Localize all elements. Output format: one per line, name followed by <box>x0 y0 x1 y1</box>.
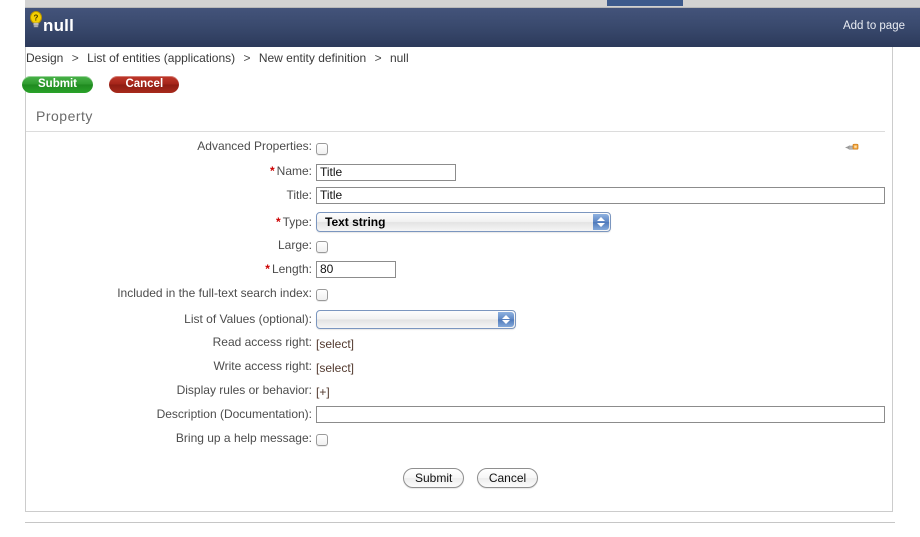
display-rules-expand-link[interactable]: [+] <box>316 385 330 399</box>
label-type: * Type: <box>0 215 312 229</box>
label-type-text: Type: <box>282 215 312 229</box>
checkbox-large[interactable] <box>316 241 328 253</box>
breadcrumb-item-new-entity-definition[interactable]: New entity definition <box>259 51 366 65</box>
browser-active-tab[interactable] <box>607 0 683 6</box>
form-row-help-message: Bring up a help message: <box>0 431 920 455</box>
read-access-right-select-link[interactable]: [select] <box>316 337 354 351</box>
add-to-page-link[interactable]: Add to page <box>843 20 905 32</box>
form-row-read-access-right: Read access right: [select] <box>0 335 920 359</box>
label-large: Large: <box>277 238 312 252</box>
breadcrumb-item-current: null <box>389 51 409 65</box>
title-input[interactable] <box>316 186 885 204</box>
form-row-display-rules: Display rules or behavior: [+] <box>0 383 920 407</box>
required-marker: * <box>265 262 270 276</box>
description-input[interactable] <box>316 405 885 423</box>
form-row-title: Title: <box>0 186 920 212</box>
chevron-updown-icon[interactable] <box>498 312 514 327</box>
required-marker: * <box>275 215 281 229</box>
top-action-bar: Submit Cancel <box>22 76 180 94</box>
section-title: Property <box>36 108 93 124</box>
checkbox-full-text-search-index[interactable] <box>316 289 328 301</box>
chevron-updown-icon[interactable] <box>593 214 609 230</box>
form-row-write-access-right: Write access right: [select] <box>0 359 920 383</box>
name-input[interactable] <box>316 163 456 181</box>
browser-tab-strip <box>25 0 920 8</box>
breadcrumb-separator: > <box>71 51 79 65</box>
label-name-text: Name: <box>276 164 312 178</box>
label-length-text: Length: <box>271 262 312 276</box>
label-name: * Name: <box>0 164 312 178</box>
submit-button-top[interactable]: Submit <box>22 76 93 94</box>
app-screen: ? null Add to page Design > List of enti… <box>0 0 920 537</box>
lightbulb-help-icon[interactable]: ? <box>28 11 44 29</box>
label-read-access-right: Read access right: <box>212 335 312 349</box>
form-row-name: * Name: <box>0 163 920 188</box>
cancel-button-bottom[interactable]: Cancel <box>476 468 539 488</box>
label-advanced-properties: Advanced Properties: <box>197 139 312 153</box>
page-header: ? null Add to page <box>25 8 920 47</box>
breadcrumb-separator: > <box>374 51 382 65</box>
required-marker: * <box>269 164 275 178</box>
breadcrumb-item-list-of-entities[interactable]: List of entities (applications) <box>87 51 235 65</box>
form-row-description: Description (Documentation): <box>0 405 920 431</box>
checkbox-help-message[interactable] <box>316 434 328 446</box>
write-access-right-select-link[interactable]: [select] <box>316 361 354 375</box>
form-row-advanced-properties: Advanced Properties: <box>0 139 920 164</box>
length-input[interactable] <box>316 260 396 278</box>
label-write-access-right: Write access right: <box>213 359 312 373</box>
section-divider <box>26 131 885 132</box>
bottom-action-bar: Submit Cancel <box>403 468 539 488</box>
page-title: null <box>43 16 75 35</box>
label-list-of-values: List of Values (optional): <box>184 312 312 326</box>
label-help-message: Bring up a help message: <box>175 431 312 445</box>
svg-text:?: ? <box>34 14 39 23</box>
label-title: Title: <box>286 188 312 202</box>
label-length: * Length: <box>0 262 312 276</box>
label-description: Description (Documentation): <box>156 407 312 421</box>
cancel-button-top[interactable]: Cancel <box>109 76 180 94</box>
property-form: Advanced Properties: *Name: Title: *Type… <box>0 139 920 455</box>
form-row-list-of-values: List of Values (optional): <box>0 310 920 335</box>
form-row-large: Large: <box>0 238 920 262</box>
list-of-values-select[interactable] <box>316 310 516 329</box>
breadcrumb-item-design[interactable]: Design <box>26 51 63 65</box>
page-bottom-rule <box>25 522 895 523</box>
breadcrumb: Design > List of entities (applications)… <box>26 51 409 65</box>
label-display-rules: Display rules or behavior: <box>176 383 312 397</box>
label-full-text-search-index: Included in the full-text search index: <box>117 286 312 300</box>
form-row-length: * Length: <box>0 260 920 286</box>
type-select[interactable]: Text string <box>316 212 611 232</box>
submit-button-bottom[interactable]: Submit <box>403 468 465 488</box>
breadcrumb-separator: > <box>243 51 251 65</box>
form-row-type: * Type: Text string <box>0 212 920 238</box>
checkbox-advanced-properties[interactable] <box>316 143 328 155</box>
type-select-value: Text string <box>325 215 386 229</box>
form-row-full-text-search-index: Included in the full-text search index: <box>0 286 920 310</box>
